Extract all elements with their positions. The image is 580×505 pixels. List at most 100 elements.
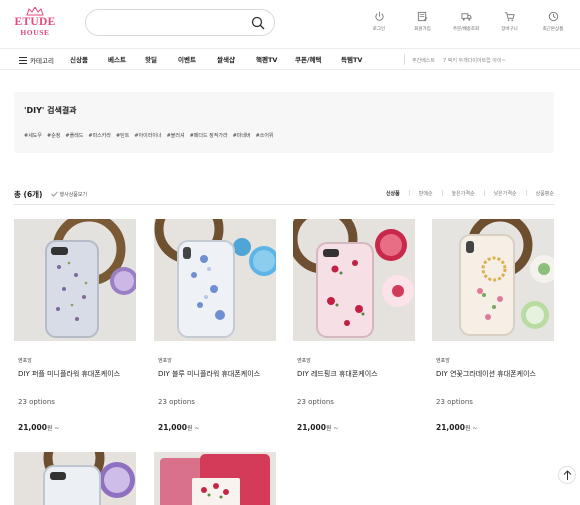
sort-sales[interactable]: 판매순	[419, 190, 433, 197]
nav-hotdeal[interactable]: 핫딜	[145, 54, 157, 66]
search-result-title: 'DIY' 검색결과	[24, 106, 77, 115]
product-image[interactable]	[293, 219, 415, 341]
logo-text-etude: ETUDE	[14, 16, 56, 28]
crown-icon	[26, 7, 44, 16]
hashtag[interactable]: #틴트	[116, 132, 129, 139]
product-price: 21,000원 ~	[18, 415, 59, 434]
nav-deal-tv[interactable]: 득템TV	[341, 54, 362, 66]
logo-text-house: HOUSE	[20, 28, 50, 37]
price-value: 21,000	[158, 423, 187, 432]
sort-divider	[441, 190, 443, 196]
nav-coupon[interactable]: 쿠폰/혜택	[295, 54, 321, 66]
nav-best[interactable]: 베스트	[108, 54, 126, 66]
price-unit: 원 ~	[46, 425, 60, 432]
hashtag[interactable]: #플레드	[65, 132, 83, 139]
event-items-toggle[interactable]: 행사상품보기	[50, 191, 88, 198]
product-name[interactable]: DIY 블루 미니플라워 휴대폰케이스	[158, 369, 260, 379]
product-maker: 엔포앙	[158, 358, 172, 364]
sort-newest[interactable]: 신상품	[386, 190, 400, 197]
nav-event[interactable]: 이벤트	[178, 54, 196, 66]
clock-icon	[548, 11, 558, 22]
sort-options: 신상품 판매순 높은가격순 낮은가격순 상품평순	[386, 187, 554, 199]
category-label: 카테고리	[30, 57, 54, 65]
event-items-label: 행사상품보기	[59, 191, 88, 198]
price-unit: 원 ~	[464, 425, 478, 432]
nav-new[interactable]: 신상품	[70, 54, 88, 66]
product-options: 23 options	[436, 398, 473, 406]
search-result-box: 'DIY' 검색결과 #세도우 #순정 #플레드 #마스카라 #틴트 #아이라이…	[14, 92, 554, 153]
menu-icon	[19, 56, 27, 64]
product-image[interactable]	[154, 452, 276, 505]
hashtag[interactable]: #쓰어위	[256, 132, 274, 139]
order-tracking-link[interactable]: 주문/배송조회	[447, 11, 485, 37]
hashtag[interactable]: #블러셔	[167, 132, 185, 139]
hashtag[interactable]: #세도우	[24, 132, 42, 139]
top-links: 로그인 회원가입 주문/배송조회 장바구니 최근본상품	[360, 11, 572, 37]
search-icon[interactable]	[251, 16, 265, 30]
section-divider	[14, 204, 554, 205]
product-name[interactable]: DIY 퍼플 미니플라워 휴대폰케이스	[18, 369, 120, 379]
product-options: 23 options	[297, 398, 334, 406]
product-image[interactable]	[154, 219, 276, 341]
arrow-up-icon	[563, 470, 572, 480]
search-box[interactable]	[85, 9, 275, 36]
product-price: 21,000원 ~	[297, 415, 338, 434]
signup-label: 회원가입	[414, 27, 431, 32]
sort-divider	[483, 190, 485, 196]
signup-icon	[417, 11, 428, 22]
main-nav: 카테고리 신상품 베스트 핫딜 이벤트 쌀색샵 핵펜TV 쿠폰/혜택 득템TV …	[0, 48, 580, 70]
sort-divider	[408, 190, 410, 196]
product-maker: 엔포앙	[436, 358, 450, 364]
truck-icon	[460, 13, 472, 21]
order-tracking-label: 주문/배송조회	[452, 27, 480, 32]
weekly-best-label: 주간베스트	[412, 57, 436, 64]
product-price: 21,000원 ~	[436, 415, 477, 434]
product-options: 23 options	[158, 398, 195, 406]
product-name[interactable]: DIY 레드핑크 휴대폰케이스	[297, 369, 378, 379]
total-count: 총 (6개)	[14, 189, 43, 199]
price-value: 21,000	[18, 423, 47, 432]
hashtag[interactable]: #아이라이너	[134, 132, 161, 139]
product-options: 23 options	[18, 398, 55, 406]
nav-divider	[404, 54, 405, 65]
search-input[interactable]	[98, 14, 248, 31]
price-unit: 원 ~	[186, 425, 200, 432]
product-image[interactable]	[14, 219, 136, 341]
cart-label: 장바구니	[501, 27, 518, 32]
price-value: 21,000	[297, 423, 326, 432]
weekly-best-item[interactable]: 7 픽키 두개다이아트립 아이~	[443, 57, 506, 64]
product-image[interactable]	[432, 219, 554, 341]
scroll-top-button[interactable]	[558, 466, 576, 484]
product-maker: 엔포앙	[18, 358, 32, 364]
price-value: 21,000	[436, 423, 465, 432]
recent-items-label: 최근본상품	[542, 27, 564, 32]
sort-reviews[interactable]: 상품평순	[536, 190, 554, 197]
result-summary: 총 (6개) 행사상품보기	[14, 187, 87, 201]
weekly-best-ticker[interactable]: 주간베스트 7 픽키 두개다이아트립 아이~	[412, 54, 506, 66]
hashtag[interactable]: #마네버	[233, 132, 251, 139]
cart-icon	[504, 12, 515, 21]
etude-logo[interactable]: ETUDE HOUSE	[14, 7, 56, 41]
nav-tv[interactable]: 핵펜TV	[256, 54, 277, 66]
sort-price-high[interactable]: 높은가격순	[452, 190, 475, 197]
sort-price-low[interactable]: 낮은가격순	[494, 190, 517, 197]
hashtag[interactable]: #페더드 정적가라	[190, 132, 228, 139]
checkmark-icon	[50, 191, 58, 197]
product-image[interactable]	[14, 452, 136, 505]
signup-link[interactable]: 회원가입	[404, 11, 442, 37]
hashtag[interactable]: #마스카라	[88, 132, 111, 139]
power-icon	[374, 11, 384, 21]
cart-link[interactable]: 장바구니	[491, 11, 529, 37]
recent-items-link[interactable]: 최근본상품	[534, 11, 572, 37]
price-unit: 원 ~	[325, 425, 339, 432]
hashtag[interactable]: #순정	[47, 132, 60, 139]
login-label: 로그인	[372, 27, 386, 32]
hashtag-list: #세도우 #순정 #플레드 #마스카라 #틴트 #아이라이너 #블러셔 #페더드…	[24, 132, 279, 139]
category-menu[interactable]: 카테고리	[19, 54, 54, 66]
product-price: 21,000원 ~	[158, 415, 199, 434]
product-name[interactable]: DIY 연꽃그라데이션 휴대폰케이스	[436, 369, 536, 379]
sort-divider	[525, 190, 527, 196]
header: ETUDE HOUSE 로그인 회원가입 주문/배송조회 장바구니 최근본상품	[0, 0, 580, 48]
login-link[interactable]: 로그인	[360, 11, 398, 37]
nav-colorshop[interactable]: 쌀색샵	[217, 54, 235, 66]
